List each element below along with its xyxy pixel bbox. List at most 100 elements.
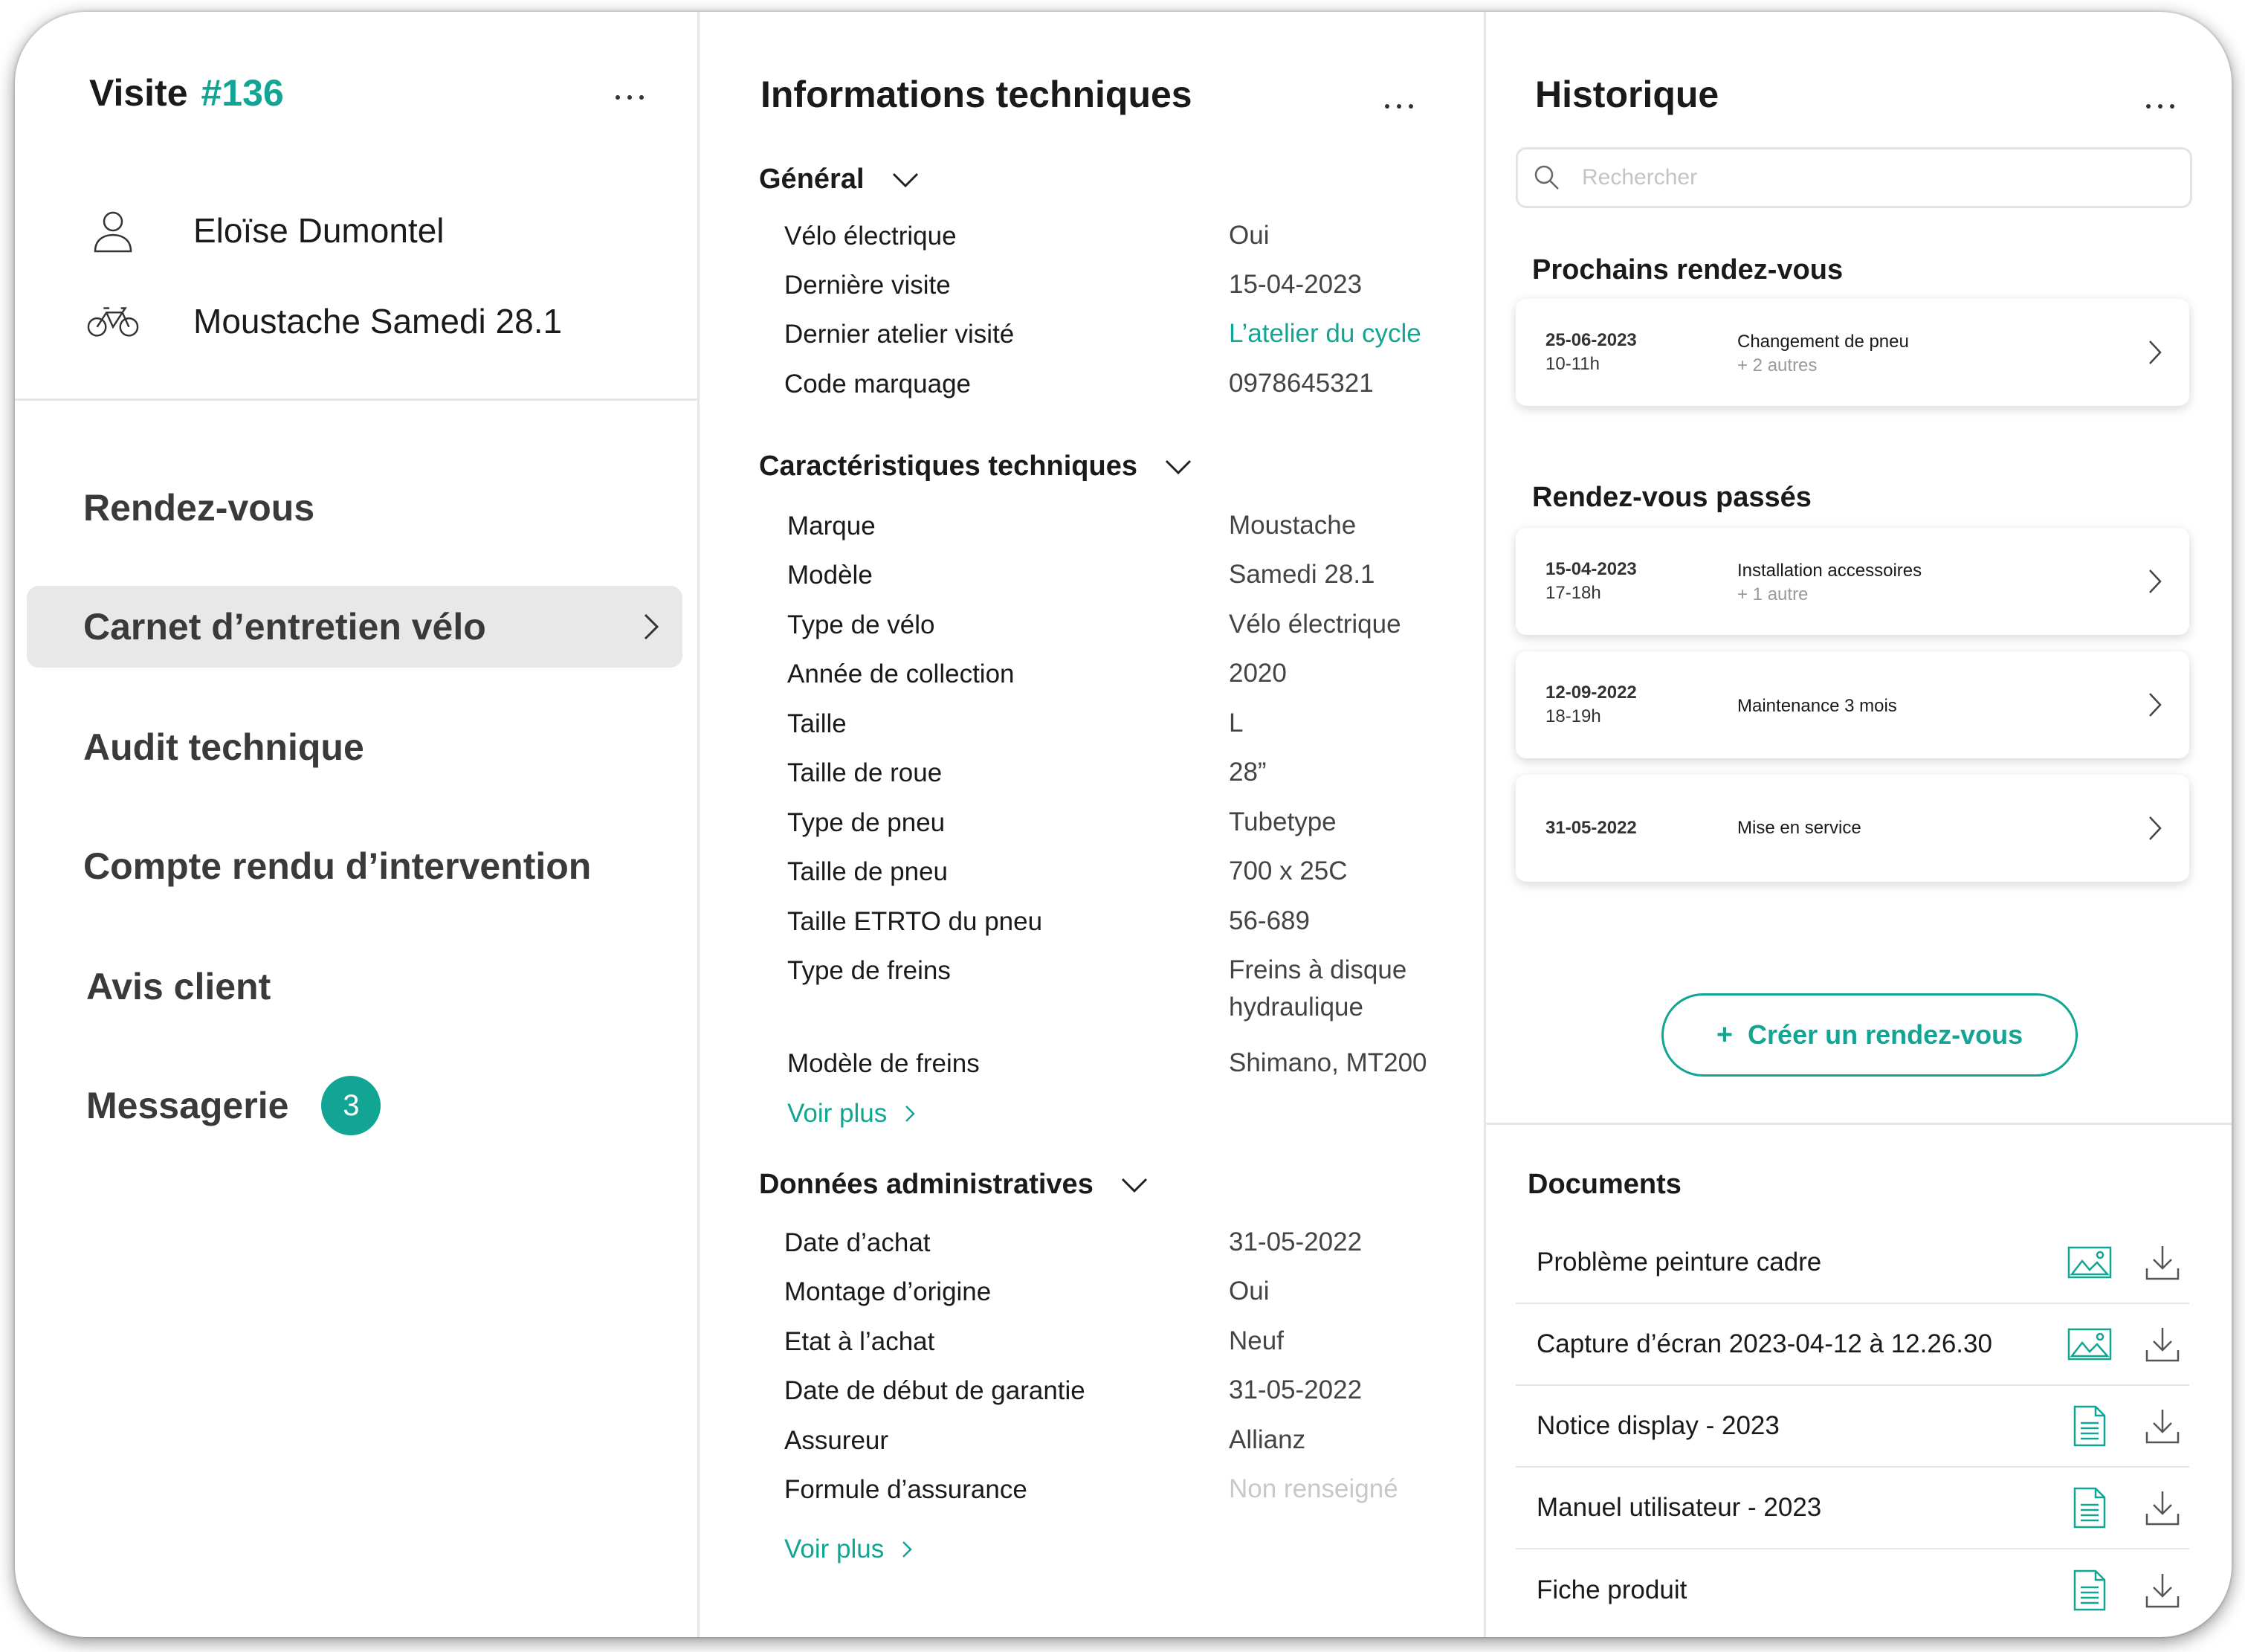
chevron-down-icon [892, 172, 918, 187]
field-label: Taille [787, 709, 847, 738]
chevron-right-icon [905, 1106, 916, 1122]
field-label: Type de vélo [787, 610, 935, 639]
section-specs-toggle[interactable]: Caractéristiques techniques [759, 451, 1192, 483]
client-name: Eloïse Dumontel [193, 211, 445, 250]
user-icon [86, 204, 140, 257]
nav-item-label: Avis client [86, 966, 271, 1007]
field-value: 31-05-2022 [1229, 1375, 1363, 1404]
appointment-card[interactable]: 15-04-2023 17-18h Installation accessoir… [1516, 528, 2189, 635]
chevron-right-icon [2149, 816, 2162, 840]
document-row[interactable]: Notice display - 2023 [1516, 1386, 2189, 1468]
chevron-right-icon [2149, 570, 2162, 593]
field-label: Formule d’assurance [784, 1475, 1027, 1504]
tech-menu-icon[interactable] [1385, 104, 1413, 109]
appointment-service: Installation accessoires [1737, 561, 1922, 581]
field-value: Allianz [1229, 1425, 1306, 1454]
field-value-empty: Non renseigné [1229, 1474, 1398, 1503]
create-appointment-label: Créer un rendez-vous [1748, 1019, 2023, 1050]
nav-item-rendez-vous[interactable]: Rendez-vous [27, 467, 682, 549]
field-value: Oui [1229, 221, 1270, 250]
field-label: Date d’achat [784, 1228, 931, 1257]
field-label: Etat à l’achat [784, 1327, 935, 1356]
panel-title: Informations techniques [760, 74, 1192, 115]
create-appointment-button[interactable]: + Créer un rendez-vous [1661, 993, 2078, 1077]
document-name: Manuel utilisateur - 2023 [1537, 1493, 1822, 1522]
chevron-right-icon [2149, 693, 2162, 717]
document-name: Notice display - 2023 [1537, 1411, 1780, 1440]
unread-badge: 3 [321, 1076, 381, 1135]
app-window: Visite #136 Eloïse Dumontel Moustache Sam… [15, 12, 2232, 1637]
download-icon[interactable] [2142, 1320, 2183, 1368]
appointment-service: Maintenance 3 mois [1737, 696, 1897, 716]
nav-item-messagerie[interactable]: Messagerie 3 [27, 1065, 682, 1146]
plus-icon: + [1716, 1019, 1734, 1051]
past-title: Rendez-vous passés [1532, 482, 1812, 513]
appointment-service: Changement de pneu [1737, 332, 1909, 352]
field-label: Marque [787, 512, 876, 541]
nav-item-carnet-entretien[interactable]: Carnet d’entretien vélo [27, 586, 682, 668]
upcoming-title: Prochains rendez-vous [1532, 254, 1844, 285]
field-label: Assureur [784, 1426, 889, 1455]
field-label: Vélo électrique [784, 222, 957, 251]
appointment-time: 10-11h [1545, 354, 1600, 374]
field-value: Freins à disque [1229, 955, 1407, 984]
specs-see-more-link[interactable]: Voir plus [787, 1099, 916, 1129]
field-value: 15-04-2023 [1229, 270, 1363, 299]
bike-row: Moustache Samedi 28.1 [86, 294, 562, 348]
last-workshop-link[interactable]: L’atelier du cycle [1229, 315, 1421, 352]
nav-item-compte-rendu[interactable]: Compte rendu d’intervention [27, 825, 682, 907]
chevron-right-icon [902, 1541, 913, 1558]
field-label: Année de collection [787, 659, 1015, 688]
visit-label: Visite [89, 72, 188, 114]
appointment-date: 31-05-2022 [1545, 818, 1637, 838]
image-file-icon [2066, 1320, 2113, 1368]
field-label: Date de début de garantie [784, 1376, 1085, 1405]
field-label: Code marquage [784, 370, 971, 399]
nav-item-avis-client[interactable]: Avis client [27, 946, 682, 1027]
appointment-more: + 1 autre [1737, 584, 1809, 604]
field-label: Modèle [787, 561, 873, 590]
download-icon[interactable] [2142, 1567, 2183, 1614]
download-icon[interactable] [2142, 1239, 2183, 1286]
download-icon[interactable] [2142, 1402, 2183, 1450]
appointment-more: + 2 autres [1737, 355, 1818, 375]
document-row[interactable]: Problème peinture cadre [1516, 1222, 2189, 1304]
search-input[interactable] [1582, 165, 2147, 190]
field-value-continued: hydraulique [1229, 993, 1363, 1022]
section-general-toggle[interactable]: Général [759, 164, 920, 196]
field-label: Type de freins [787, 956, 951, 985]
admin-see-more-link[interactable]: Voir plus [784, 1535, 913, 1564]
nav-item-label: Carnet d’entretien vélo [83, 606, 486, 648]
chevron-right-icon [644, 613, 659, 640]
field-value: 28” [1229, 758, 1267, 787]
divider [15, 399, 697, 401]
field-label: Taille de pneu [787, 857, 948, 886]
download-icon[interactable] [2142, 1484, 2183, 1532]
appointment-card[interactable]: 31-05-2022 Mise en service [1516, 775, 2189, 882]
appointment-date: 25-06-2023 [1545, 330, 1637, 350]
nav-item-label: Audit technique [83, 726, 364, 768]
divider [1486, 1123, 2232, 1125]
history-panel: Historique Prochains rendez-vous 25-06-2… [1484, 12, 2232, 1637]
field-label: Dernier atelier visité [784, 320, 1015, 349]
field-value: Moustache [1229, 511, 1357, 540]
appointment-card[interactable]: 25-06-2023 10-11h Changement de pneu + 2… [1516, 299, 2189, 406]
image-file-icon [2066, 1239, 2113, 1286]
document-row[interactable]: Manuel utilisateur - 2023 [1516, 1468, 2189, 1549]
appointment-date: 15-04-2023 [1545, 559, 1637, 579]
client-row: Eloïse Dumontel [86, 204, 445, 257]
field-label: Type de pneu [787, 808, 946, 837]
history-menu-icon[interactable] [2146, 104, 2174, 109]
field-value: Oui [1229, 1277, 1270, 1306]
search-box[interactable] [1516, 147, 2192, 208]
field-label: Taille ETRTO du pneu [787, 907, 1043, 936]
appointment-card[interactable]: 12-09-2022 18-19h Maintenance 3 mois [1516, 651, 2189, 758]
document-file-icon [2066, 1402, 2113, 1450]
visit-menu-icon[interactable] [616, 95, 644, 100]
field-value: Neuf [1229, 1326, 1284, 1355]
document-row[interactable]: Capture d’écran 2023-04-12 à 12.26.30 [1516, 1304, 2189, 1386]
document-row[interactable]: Fiche produit [1516, 1549, 2189, 1631]
nav-item-audit-technique[interactable]: Audit technique [27, 706, 682, 788]
section-admin-toggle[interactable]: Données administratives [759, 1169, 1149, 1201]
appointment-service: Mise en service [1737, 818, 1861, 838]
